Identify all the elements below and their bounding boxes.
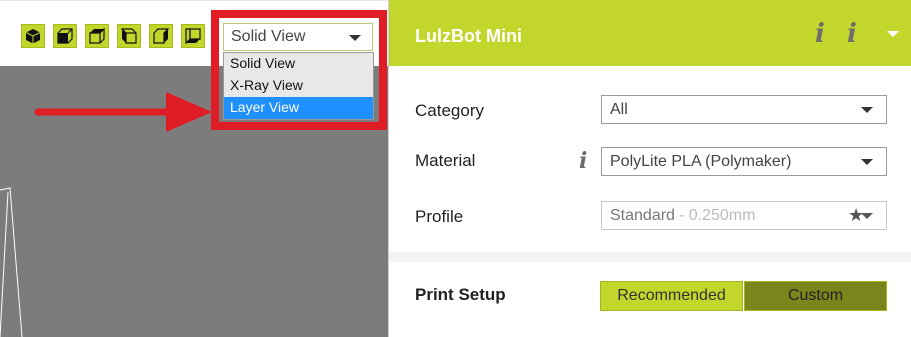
section-divider	[389, 252, 911, 262]
chevron-down-icon	[861, 107, 873, 113]
category-label: Category	[415, 101, 484, 120]
profile-select[interactable]: Standard - 0.250mm ★	[601, 201, 887, 230]
front-view-button[interactable]	[53, 24, 77, 48]
view-mode-value: Solid View	[231, 28, 306, 45]
chevron-down-icon	[861, 159, 873, 165]
bottom-view-icon	[185, 28, 201, 44]
printer-header[interactable]: LulzBot Mini i i	[389, 0, 911, 66]
recommended-tab[interactable]: Recommended	[600, 281, 743, 311]
profile-label: Profile	[415, 207, 464, 226]
top-view-icon	[89, 28, 105, 44]
bottom-view-button[interactable]	[181, 24, 205, 48]
model-wireframe	[0, 187, 23, 337]
printer-name: LulzBot Mini	[415, 26, 522, 46]
left-view-icon	[121, 28, 137, 44]
3d-view-icon	[25, 29, 41, 44]
top-view-button[interactable]	[85, 24, 109, 48]
custom-tab[interactable]: Custom	[744, 281, 887, 311]
3d-view-button[interactable]	[21, 24, 45, 48]
category-value: All	[610, 100, 628, 118]
front-view-icon	[57, 28, 73, 44]
left-view-button[interactable]	[117, 24, 141, 48]
chevron-down-icon	[349, 35, 361, 41]
printer-settings-info-icon[interactable]: i	[847, 19, 857, 49]
view-option-solid[interactable]: Solid View	[224, 53, 373, 75]
category-select[interactable]: All	[601, 95, 887, 124]
right-view-icon	[153, 28, 169, 44]
print-settings-panel: LulzBot Mini i i Category All Material i…	[388, 0, 911, 337]
view-mode-dropdown: Solid View X-Ray View Layer View	[223, 52, 374, 120]
material-info-icon[interactable]: i	[579, 148, 587, 174]
chevron-down-icon	[861, 213, 873, 219]
right-view-button[interactable]	[149, 24, 173, 48]
annotation-arrow-icon	[34, 92, 212, 132]
material-value: PolyLite PLA (Polymaker)	[610, 152, 792, 170]
material-select[interactable]: PolyLite PLA (Polymaker)	[601, 147, 887, 176]
profile-layer-height: - 0.250mm	[678, 206, 756, 224]
view-mode-select[interactable]: Solid View	[223, 23, 373, 51]
material-label: Material	[415, 151, 476, 170]
print-setup-label: Print Setup	[415, 285, 506, 304]
view-option-layer[interactable]: Layer View	[224, 97, 373, 119]
view-option-xray[interactable]: X-Ray View	[224, 75, 373, 97]
printer-info-icon[interactable]: i	[815, 19, 825, 49]
profile-value: Standard	[610, 206, 675, 224]
chevron-down-icon[interactable]	[887, 31, 899, 37]
